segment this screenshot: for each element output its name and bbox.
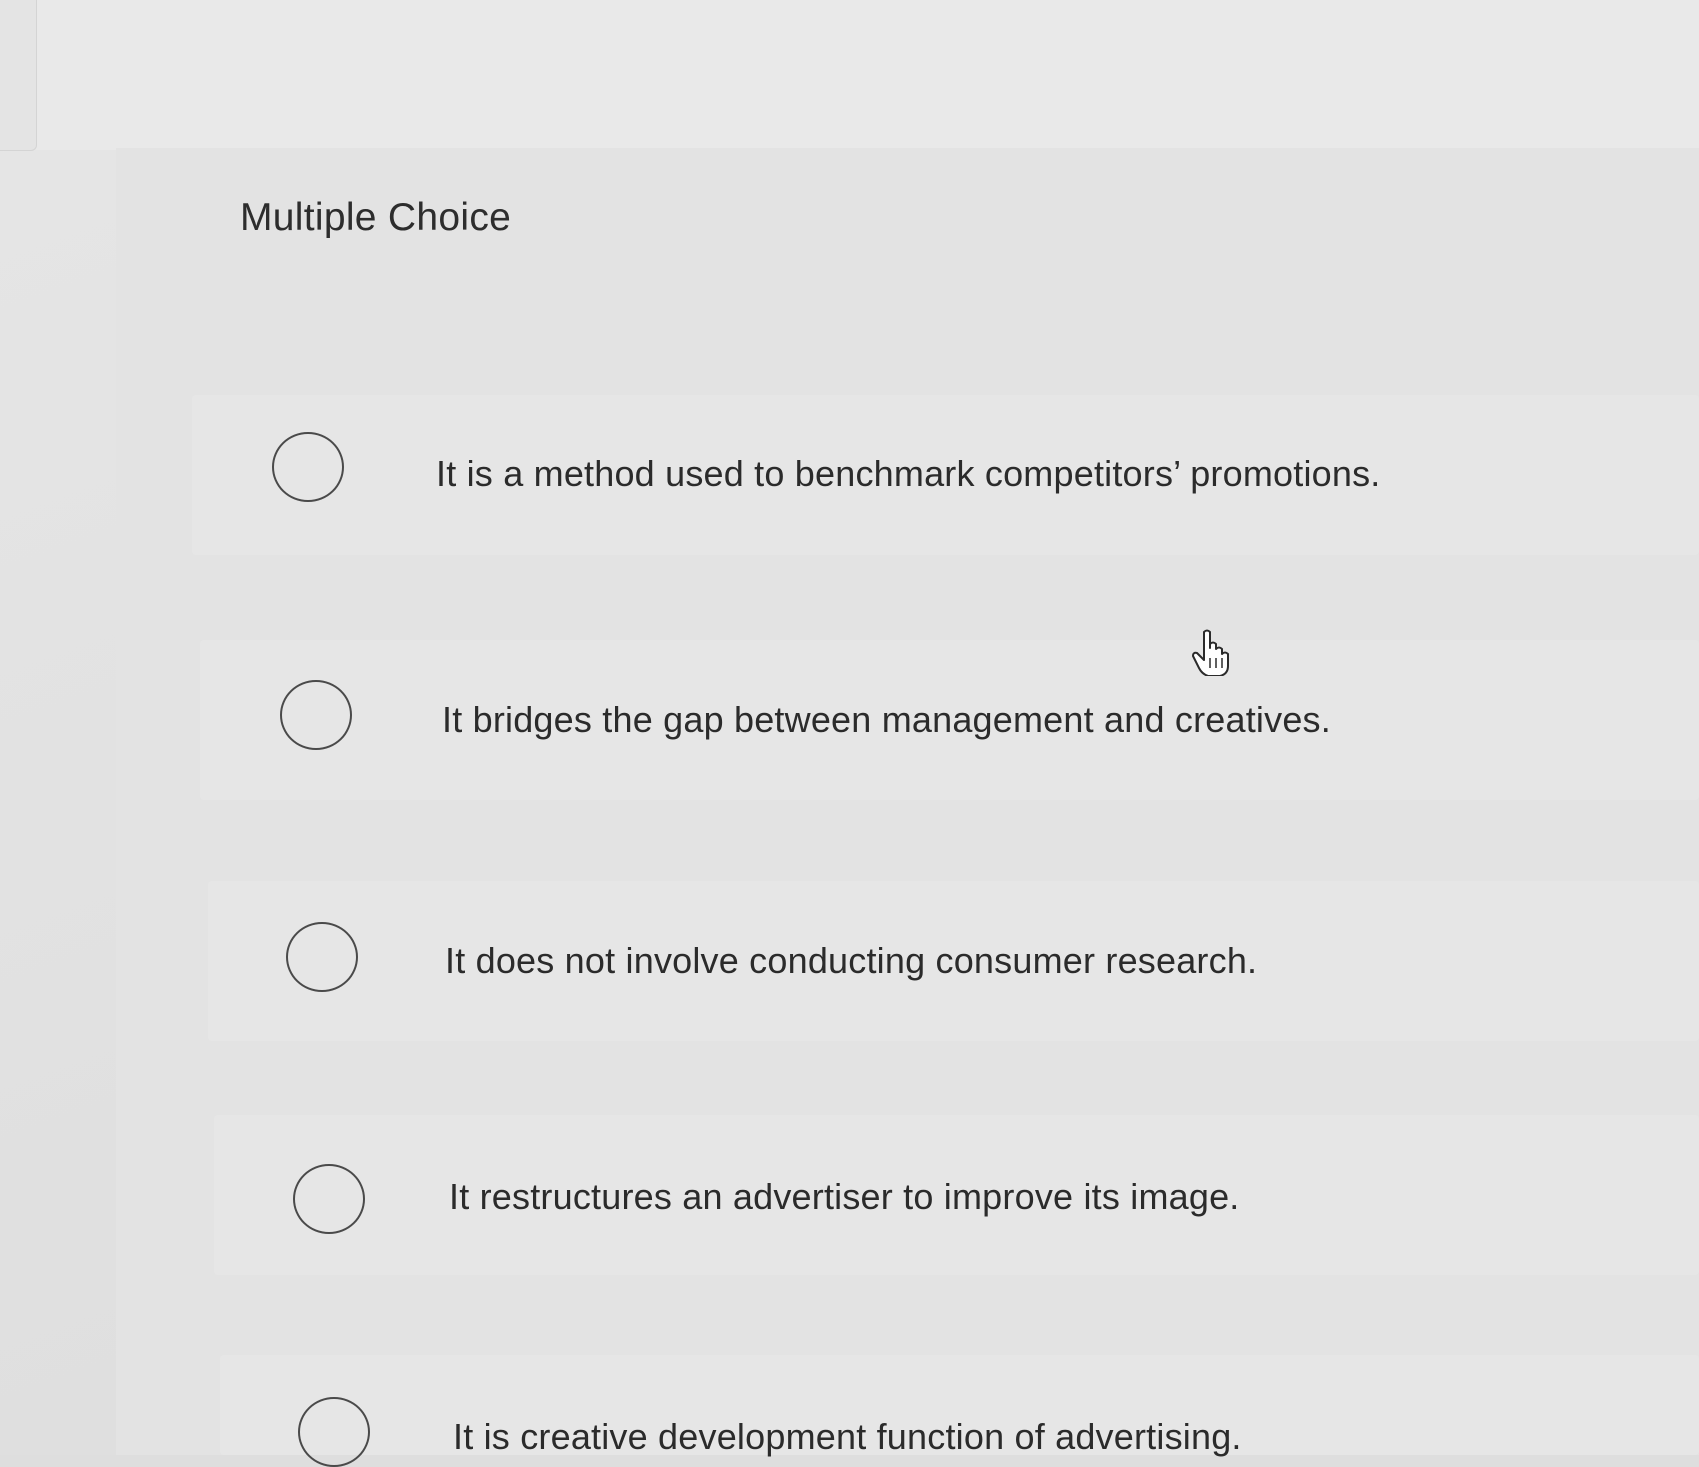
radio-unchecked-icon[interactable] xyxy=(272,432,344,502)
answer-option-label: It does not involve conducting consumer … xyxy=(445,940,1258,981)
question-type-heading: Multiple Choice xyxy=(240,196,512,239)
top-strip xyxy=(0,0,1699,150)
screen: Multiple Choice It is a method used to b… xyxy=(0,0,1699,1467)
answer-option-label: It is creative development function of a… xyxy=(453,1416,1242,1457)
answer-option-label: It is a method used to benchmark competi… xyxy=(436,453,1381,494)
answer-option-4[interactable]: It restructures an advertiser to improve… xyxy=(214,1115,1699,1275)
radio-unchecked-icon[interactable] xyxy=(293,1164,365,1234)
answer-option-5[interactable]: It is creative development function of a… xyxy=(220,1355,1699,1467)
answer-option-label: It bridges the gap between management an… xyxy=(442,699,1331,740)
radio-unchecked-icon[interactable] xyxy=(280,680,352,750)
answer-option-label: It restructures an advertiser to improve… xyxy=(449,1176,1240,1217)
answer-option-3[interactable]: It does not involve conducting consumer … xyxy=(208,881,1699,1041)
answer-option-2[interactable]: It bridges the gap between management an… xyxy=(200,640,1699,800)
radio-unchecked-icon[interactable] xyxy=(298,1397,370,1467)
left-edge-tab xyxy=(0,0,37,151)
answer-option-1[interactable]: It is a method used to benchmark competi… xyxy=(192,395,1699,555)
radio-unchecked-icon[interactable] xyxy=(286,922,358,992)
hand-pointer-cursor-icon xyxy=(1192,629,1229,676)
